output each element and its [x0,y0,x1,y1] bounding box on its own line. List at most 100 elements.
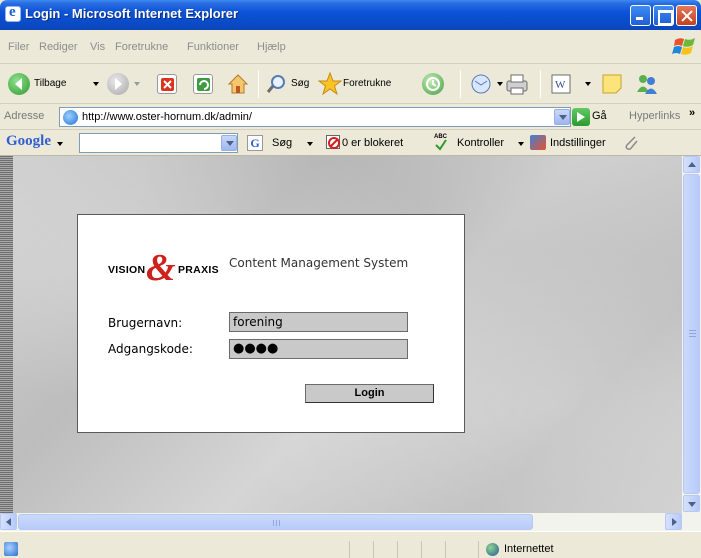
google-search-input[interactable] [79,133,238,153]
cms-title: Content Management System [229,256,409,270]
stop-button[interactable] [157,74,177,94]
messenger-button[interactable] [634,72,660,99]
google-g-icon: G [247,135,263,151]
horizontal-scrollbar[interactable] [0,513,701,531]
window-title: Login - Microsoft Internet Explorer [25,6,239,21]
thumb-grip [689,333,696,334]
close-icon [677,6,696,25]
vertical-scrollbar[interactable] [682,156,701,513]
links-chevron-icon[interactable]: » [689,107,695,119]
scroll-right-icon [672,518,677,526]
scroll-up-button[interactable] [683,156,700,173]
google-settings-button[interactable]: Indstillinger [550,137,606,149]
page-content: & VISION PRAXIS Content Management Syste… [13,156,682,513]
edit-dropdown-icon[interactable] [585,82,591,86]
edit-button[interactable]: W [550,73,572,98]
menu-edit[interactable]: Rediger [39,41,78,53]
go-arrow-icon[interactable] [572,108,590,126]
google-search-dropdown-icon[interactable] [307,142,313,146]
page-status-icon [4,542,18,556]
messenger-icon [637,75,657,94]
logo-vision-text: VISION [108,264,146,276]
scroll-down-button[interactable] [683,495,700,512]
links-button[interactable]: Hyperlinks [629,110,680,122]
options-icon [530,135,546,150]
favorites-label: Foretrukne [343,78,392,89]
page-icon [63,110,78,125]
forward-dropdown-icon[interactable] [134,82,140,86]
minimize-button[interactable] [630,5,651,26]
menu-file[interactable]: Filer [8,41,29,53]
internet-zone-icon [486,543,499,556]
status-separator [397,541,398,558]
google-logo[interactable]: Google [6,133,51,150]
svg-text:W: W [555,79,566,91]
menu-bar: Filer Rediger Vis Foretrukne Funktioner … [0,30,701,64]
mail-dropdown-icon[interactable] [497,82,503,86]
toolbar-separator [460,70,461,98]
address-url[interactable]: http://www.oster-hornum.dk/admin/ [82,111,252,123]
print-button[interactable] [504,72,530,99]
username-label: Brugernavn: [108,316,183,330]
go-button[interactable]: Gå [592,110,607,122]
menu-help[interactable]: Hjælp [257,41,286,53]
printer-icon [506,74,528,95]
note-icon [602,74,622,94]
address-dropdown-button[interactable] [554,109,570,125]
scroll-up-icon [688,162,696,167]
login-panel: & VISION PRAXIS Content Management Syste… [77,214,465,433]
home-button[interactable] [226,72,250,96]
vertical-scroll-thumb[interactable] [683,174,700,494]
address-input[interactable]: http://www.oster-hornum.dk/admin/ [59,107,571,127]
search-icon [266,75,285,93]
status-bar: Internettet [0,531,701,558]
google-menu-icon[interactable] [57,142,63,146]
search-label: Søg [291,78,310,89]
history-button[interactable] [422,73,444,95]
login-button[interactable]: Login [305,384,434,403]
toolbar-separator [540,70,541,98]
back-dropdown-icon[interactable] [93,82,99,86]
explorer-bar-handle[interactable] [0,156,13,513]
scroll-down-icon [688,502,696,507]
status-separator [445,541,446,558]
menu-tools[interactable]: Funktioner [187,41,239,53]
vision-praxis-logo: & VISION PRAXIS [108,249,223,295]
menu-favorites[interactable]: Foretrukne [115,41,168,53]
security-zone-label: Internettet [504,543,554,555]
maximize-icon [654,6,673,25]
title-bar[interactable]: Login - Microsoft Internet Explorer [0,0,701,30]
scroll-right-button[interactable] [665,513,682,530]
back-arrow-icon [8,73,30,95]
popup-blocked-count[interactable]: 0 er blokeret [342,137,403,149]
google-search-dropdown[interactable] [221,135,237,151]
thumb-grip [273,520,274,526]
forward-button[interactable] [107,73,129,95]
google-search-button[interactable]: Søg [272,137,292,149]
toolbar-separator [258,70,259,98]
maximize-button[interactable] [653,5,674,26]
google-logo-text: Google [6,133,51,149]
username-field[interactable]: forening [229,312,408,332]
ie-icon [5,4,21,22]
mail-button[interactable] [470,73,494,98]
standard-toolbar: Tilbage Søg Foretrukne W [0,64,701,104]
thumb-grip [276,520,277,526]
discuss-button[interactable] [600,72,624,99]
close-button[interactable] [676,5,697,26]
horizontal-scroll-thumb[interactable] [18,514,533,530]
scroll-left-icon [6,518,11,526]
thumb-grip [689,336,696,337]
refresh-button[interactable] [193,74,213,94]
paperclip-icon[interactable] [622,134,640,152]
password-field[interactable]: ●●●● [229,339,408,359]
status-separator [421,541,422,558]
menu-view[interactable]: Vis [90,41,105,53]
google-toolbar: Google G Søg 0 er blokeret ABC Kontrolle… [0,130,701,156]
windows-logo-icon [672,38,695,55]
thumb-grip [689,330,696,331]
spellcheck-button[interactable]: Kontroller [457,137,504,149]
spellcheck-dropdown-icon[interactable] [518,142,524,146]
home-icon [227,74,249,94]
scroll-left-button[interactable] [0,513,17,530]
